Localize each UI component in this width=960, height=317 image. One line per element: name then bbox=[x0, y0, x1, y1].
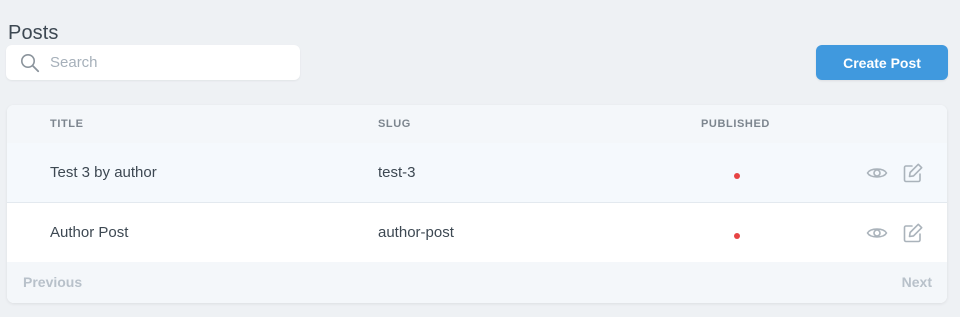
table-row[interactable]: Author Post author-post bbox=[7, 203, 947, 263]
next-button[interactable]: Next bbox=[902, 262, 932, 303]
search-input[interactable] bbox=[50, 45, 290, 80]
column-header-published: PUBLISHED bbox=[701, 118, 770, 130]
column-header-slug: SLUG bbox=[378, 118, 411, 130]
search-box[interactable] bbox=[6, 45, 300, 80]
create-post-button[interactable]: Create Post bbox=[816, 45, 948, 80]
previous-button[interactable]: Previous bbox=[23, 262, 82, 303]
table-header: TITLE SLUG PUBLISHED bbox=[7, 105, 947, 144]
posts-page: Posts Create Post TITLE SLUG PUBLISHED T… bbox=[0, 0, 960, 317]
pagination: Previous Next bbox=[7, 262, 947, 303]
table-row[interactable]: Test 3 by author test-3 bbox=[7, 143, 947, 203]
eye-icon[interactable] bbox=[865, 221, 889, 245]
published-status-dot bbox=[734, 173, 740, 179]
edit-icon[interactable] bbox=[901, 161, 925, 185]
published-status-dot bbox=[734, 233, 740, 239]
posts-table-card: TITLE SLUG PUBLISHED Test 3 by author te… bbox=[7, 105, 947, 303]
post-title: Author Post bbox=[50, 224, 129, 241]
search-icon bbox=[20, 53, 40, 73]
eye-icon[interactable] bbox=[865, 161, 889, 185]
page-title: Posts bbox=[8, 22, 59, 45]
post-title: Test 3 by author bbox=[50, 164, 157, 181]
column-header-title: TITLE bbox=[50, 118, 84, 130]
post-slug: author-post bbox=[378, 224, 454, 241]
post-slug: test-3 bbox=[378, 164, 416, 181]
edit-icon[interactable] bbox=[901, 221, 925, 245]
